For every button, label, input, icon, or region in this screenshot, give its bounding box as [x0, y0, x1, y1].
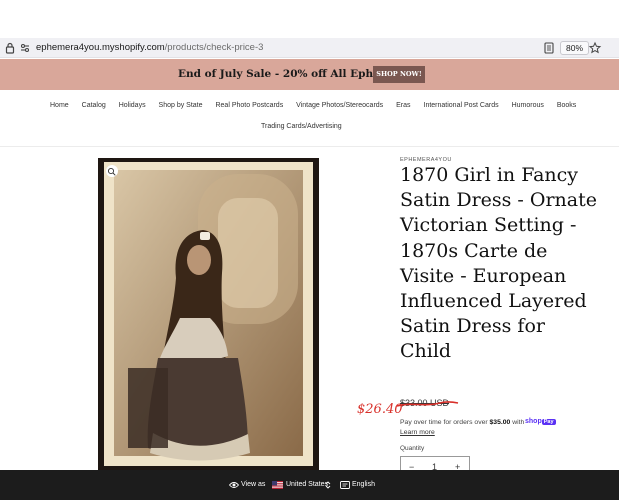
nav-item-shop-by-state[interactable]: Shop by State [159, 102, 203, 109]
shop-now-button[interactable]: SHOP NOW! [373, 66, 425, 83]
localization-bar: View as United States English [0, 470, 619, 500]
url-path: /products/check-price-3 [164, 42, 264, 53]
product-photo-illustration [104, 162, 313, 466]
installments-prefix: Pay over time for orders over [400, 419, 490, 426]
nav-item-vintage-photos[interactable]: Vintage Photos/Stereocards [296, 102, 383, 109]
announcement-banner: End of July Sale - 20% off All Ephemera!… [0, 59, 619, 90]
handwritten-sale-price: $26.40 [357, 402, 403, 417]
chevron-updown-icon[interactable] [325, 480, 331, 490]
eye-icon [229, 482, 239, 488]
nav-row: Home Catalog Holidays Shop by State Real… [50, 102, 587, 109]
language-selector[interactable]: English [352, 481, 375, 488]
nav-item-international-post-cards[interactable]: International Post Cards [424, 102, 499, 109]
installments-text: Pay over time for orders over $35.00 wit… [400, 419, 524, 426]
tune-icon[interactable] [18, 41, 32, 55]
nav-item-trading-cards[interactable]: Trading Cards/Advertising [261, 123, 342, 130]
nav-item-holidays[interactable]: Holidays [119, 102, 146, 109]
shoppay-brand: shop [525, 418, 542, 425]
reader-view-icon[interactable] [542, 41, 556, 55]
nav-item-eras[interactable]: Eras [396, 102, 410, 109]
nav-item-real-photo-postcards[interactable]: Real Photo Postcards [215, 102, 283, 109]
handwritten-strike [396, 401, 459, 407]
nav-item-books[interactable]: Books [557, 102, 576, 109]
view-as-label: View as [241, 481, 266, 488]
installments-amount: $35.00 [489, 419, 511, 426]
shop-pay-logo: shop Pay [525, 418, 556, 425]
lock-icon[interactable] [3, 41, 17, 55]
nav-item-catalog[interactable]: Catalog [82, 102, 106, 109]
address-bar[interactable]: ephemera4you.myshopify.com/products/chec… [0, 38, 619, 58]
nav-item-home[interactable]: Home [50, 102, 69, 109]
browser-top-strip [0, 0, 619, 38]
product-title: 1870 Girl in Fancy Satin Dress - Ornate … [400, 164, 597, 363]
installments-suffix: with [510, 419, 525, 426]
translate-icon [340, 481, 350, 489]
image-zoom-icon[interactable] [106, 165, 118, 177]
quantity-label: Quantity [400, 445, 425, 452]
url-host: ephemera4you.myshopify.com [36, 42, 165, 53]
nav-item-humorous[interactable]: Humorous [512, 102, 544, 109]
learn-more-link[interactable]: Learn more [400, 429, 435, 436]
url-text[interactable]: ephemera4you.myshopify.com/products/chec… [36, 42, 263, 53]
zoom-level[interactable]: 80% [560, 41, 590, 55]
header-divider [0, 146, 619, 147]
country-selector[interactable]: United States [286, 481, 328, 488]
bookmark-star-icon[interactable] [588, 41, 602, 55]
shoppay-pay: Pay [541, 419, 556, 425]
product-image[interactable] [98, 158, 319, 470]
us-flag-icon [272, 481, 283, 489]
